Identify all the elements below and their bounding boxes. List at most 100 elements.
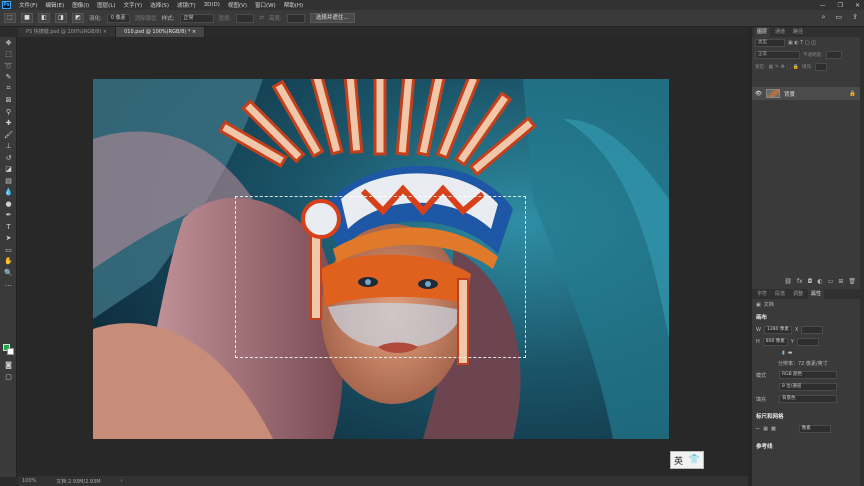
style-select[interactable]: 正常 bbox=[179, 13, 214, 23]
ruler-icon[interactable]: ⌐ bbox=[756, 426, 760, 432]
tab-character[interactable]: 字符 bbox=[754, 289, 770, 299]
pen-tool-icon[interactable]: ✒ bbox=[0, 210, 17, 222]
canvas-height-input[interactable]: 800 像素 bbox=[762, 338, 788, 346]
move-tool-icon[interactable]: ✥ bbox=[0, 37, 17, 49]
tab-paths[interactable]: 路径 bbox=[790, 27, 806, 37]
lock-icons[interactable]: ▦ ✎ ✥ ⬚ 🔒 bbox=[769, 64, 799, 70]
menu-type[interactable]: 文字(Y) bbox=[120, 1, 147, 9]
frame-tool-icon[interactable]: ⊠ bbox=[0, 95, 17, 107]
add-mask-icon[interactable]: ◘ bbox=[808, 278, 813, 285]
menu-help[interactable]: 帮助(H) bbox=[280, 1, 307, 9]
search-icon[interactable]: ⌕ bbox=[822, 13, 826, 22]
canvas-area[interactable] bbox=[18, 37, 748, 476]
zoom-level[interactable]: 100% bbox=[22, 478, 36, 484]
filter-icons[interactable]: ▣ ◐ T ▢ ◫ bbox=[788, 40, 816, 46]
menu-image[interactable]: 图像(I) bbox=[68, 1, 93, 9]
marquee-selection[interactable] bbox=[235, 196, 526, 358]
workspace-icon[interactable]: ▭ bbox=[836, 13, 843, 22]
pixel-grid-icon[interactable]: ▩ bbox=[771, 426, 776, 432]
more-tools-icon[interactable]: … bbox=[0, 279, 17, 291]
quick-select-tool-icon[interactable]: ✎ bbox=[0, 72, 17, 84]
tab-layers[interactable]: 图层 bbox=[754, 27, 771, 37]
fill-input[interactable] bbox=[815, 63, 828, 71]
gradient-tool-icon[interactable]: ▤ bbox=[0, 175, 17, 187]
history-brush-icon[interactable]: ↺ bbox=[0, 152, 17, 164]
swap-icon[interactable]: ⇄ bbox=[259, 15, 264, 21]
healing-brush-icon[interactable]: ✚ bbox=[0, 118, 17, 130]
menu-window[interactable]: 窗口(W) bbox=[251, 1, 280, 9]
clone-stamp-icon[interactable]: ⊥ bbox=[0, 141, 17, 153]
select-and-mask-button[interactable]: 选择并遮住... bbox=[309, 13, 355, 23]
height-input[interactable] bbox=[286, 13, 305, 23]
tab-channels[interactable]: 通道 bbox=[772, 27, 788, 37]
canvas-width-input[interactable]: 1280 像素 bbox=[763, 326, 792, 334]
tab-adjustments[interactable]: 调整 bbox=[790, 289, 806, 299]
zoom-tool-icon[interactable]: 🔍 bbox=[0, 267, 17, 279]
rulers-grids-section-title[interactable]: 标尺和网格 bbox=[752, 409, 860, 423]
fx-icon[interactable]: fx bbox=[797, 278, 803, 285]
panel-scrollbar[interactable] bbox=[860, 37, 864, 486]
canvas-y-input[interactable] bbox=[796, 338, 819, 346]
layer-kind-filter[interactable]: 类型 bbox=[755, 39, 785, 47]
menu-select[interactable]: 选择(S) bbox=[146, 1, 173, 9]
intersect-selection-icon[interactable]: ◩ bbox=[72, 13, 84, 23]
status-arrow-icon[interactable]: › bbox=[121, 478, 123, 484]
type-tool-icon[interactable]: T bbox=[0, 221, 17, 233]
ime-indicator[interactable]: 英 👕 bbox=[670, 451, 704, 469]
canvas-fill-select[interactable]: 背景色 bbox=[779, 395, 837, 403]
antialias-checkbox[interactable]: 消除锯齿 bbox=[135, 14, 157, 22]
tab-010-psd[interactable]: 010.psd @ 100%(RGB/8) * × bbox=[116, 27, 206, 37]
menu-filter[interactable]: 滤镜(T) bbox=[173, 1, 200, 9]
screen-mode-icon[interactable]: ▢ bbox=[0, 371, 17, 383]
new-selection-icon[interactable]: ■ bbox=[21, 13, 33, 23]
share-icon[interactable]: ⇪ bbox=[852, 13, 858, 22]
blend-mode-select[interactable]: 正常 bbox=[755, 51, 800, 59]
menu-edit[interactable]: 编辑(E) bbox=[41, 1, 68, 9]
color-mode-select[interactable]: RGB 颜色 bbox=[779, 371, 837, 379]
bit-depth-select[interactable]: 8 位/通道 bbox=[779, 383, 837, 391]
new-layer-icon[interactable]: ⊞ bbox=[838, 278, 843, 285]
minimize-button[interactable]: — bbox=[820, 2, 826, 9]
tab-paragraph[interactable]: 段落 bbox=[772, 289, 788, 299]
background-color-swatch[interactable] bbox=[7, 348, 14, 355]
quick-mask-icon[interactable]: ◙ bbox=[0, 359, 17, 371]
eye-icon[interactable]: 👁 bbox=[755, 91, 762, 97]
delete-layer-icon[interactable]: 🗑 bbox=[848, 278, 856, 285]
marquee-tool-icon[interactable]: ⬚ bbox=[0, 49, 17, 61]
eraser-tool-icon[interactable]: ◪ bbox=[0, 164, 17, 176]
menu-3d[interactable]: 3D(D) bbox=[200, 2, 224, 8]
add-selection-icon[interactable]: ◧ bbox=[38, 13, 50, 23]
menu-file[interactable]: 文件(F) bbox=[15, 1, 41, 9]
menu-layer[interactable]: 图层(L) bbox=[93, 1, 119, 9]
tab-properties[interactable]: 属性 bbox=[808, 289, 825, 299]
width-input[interactable] bbox=[236, 13, 255, 23]
brush-tool-icon[interactable]: 🖌 bbox=[0, 129, 17, 141]
canvas-x-input[interactable] bbox=[801, 326, 824, 334]
marquee-tool-preset-icon[interactable]: ⬚ bbox=[4, 13, 16, 23]
path-select-icon[interactable]: ➤ bbox=[0, 233, 17, 245]
canvas-section-title[interactable]: 画布 bbox=[752, 310, 860, 324]
hand-tool-icon[interactable]: ✋ bbox=[0, 256, 17, 268]
ruler-unit-select[interactable]: 像素 bbox=[798, 425, 831, 433]
guides-section-title[interactable]: 参考线 bbox=[752, 439, 860, 453]
maximize-button[interactable]: ❐ bbox=[838, 2, 843, 9]
feather-input[interactable]: 0 像素 bbox=[106, 13, 130, 23]
lasso-tool-icon[interactable]: ➰ bbox=[0, 60, 17, 72]
tab-shortcuts-psd[interactable]: PS 快捷键.psd @ 100%(RGB/8) × bbox=[18, 27, 117, 37]
portrait-orientation-icon[interactable]: ▮ bbox=[782, 350, 785, 356]
shape-tool-icon[interactable]: ▭ bbox=[0, 244, 17, 256]
layer-background[interactable]: 👁 背景 🔒 bbox=[752, 87, 860, 100]
subtract-selection-icon[interactable]: ◨ bbox=[55, 13, 67, 23]
new-group-icon[interactable]: ▭ bbox=[828, 278, 834, 285]
grid-icon[interactable]: ▦ bbox=[763, 426, 768, 432]
blur-tool-icon[interactable]: 💧 bbox=[0, 187, 17, 199]
adjustment-layer-icon[interactable]: ◐ bbox=[817, 278, 822, 285]
close-button[interactable]: ✕ bbox=[855, 2, 860, 9]
shirt-icon[interactable]: 👕 bbox=[689, 455, 700, 465]
link-layers-icon[interactable]: ⛓ bbox=[784, 278, 792, 285]
dodge-tool-icon[interactable]: ● bbox=[0, 198, 17, 210]
menu-view[interactable]: 视图(V) bbox=[224, 1, 251, 9]
landscape-orientation-icon[interactable]: ▬ bbox=[788, 350, 793, 356]
crop-tool-icon[interactable]: ⌗ bbox=[0, 83, 17, 95]
eyedropper-tool-icon[interactable]: ⚲ bbox=[0, 106, 17, 118]
